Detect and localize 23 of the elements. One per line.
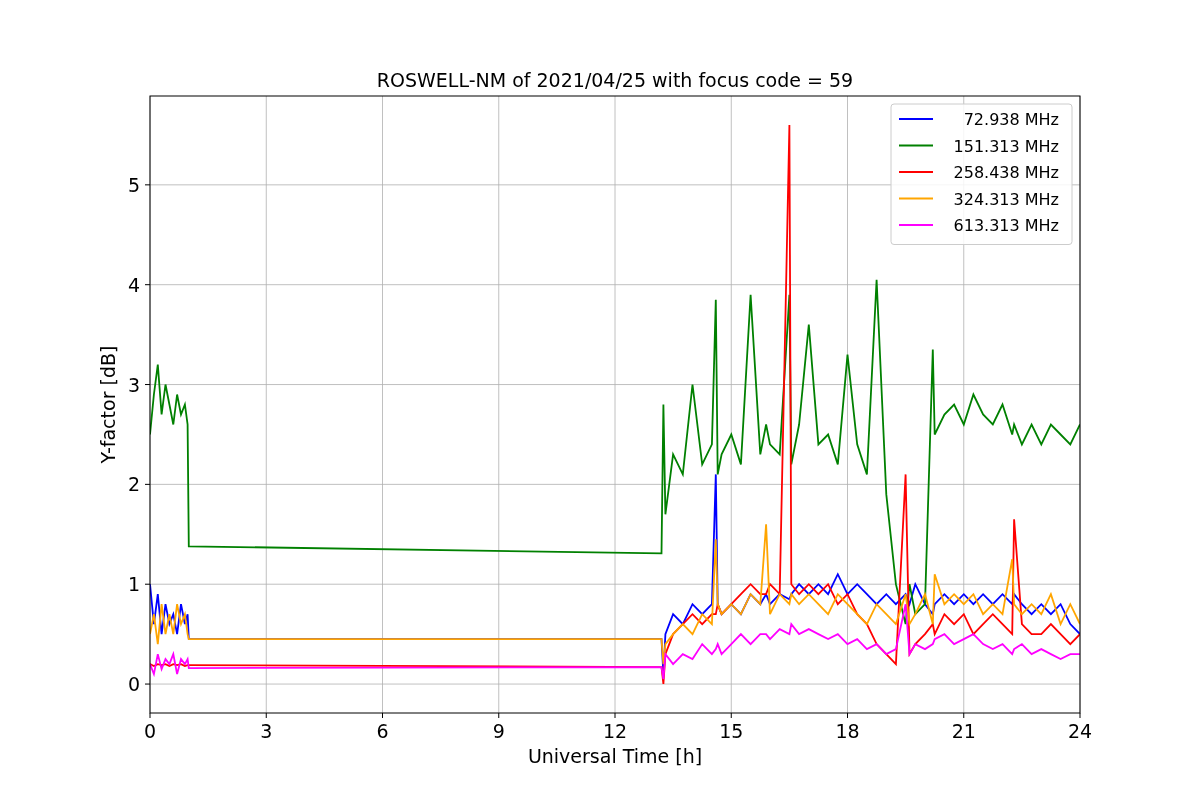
y-axis-label: Y-factor [dB] bbox=[97, 345, 119, 464]
x-tick-label: 21 bbox=[951, 720, 976, 742]
x-axis-label: Universal Time [h] bbox=[527, 745, 703, 767]
legend-label: 613.313 MHz bbox=[953, 216, 1059, 235]
x-tick-label: 0 bbox=[143, 720, 157, 742]
x-tick-label: 6 bbox=[376, 720, 389, 742]
y-tick-label: 1 bbox=[127, 573, 140, 596]
legend-label: 72.938 MHz bbox=[963, 110, 1059, 129]
y-tick-label: 4 bbox=[127, 273, 140, 296]
x-tick-label: 3 bbox=[260, 720, 273, 742]
legend-label: 151.313 MHz bbox=[953, 136, 1059, 156]
chart-title: ROSWELL-NM of 2021/04/25 with focus code = 59 bbox=[376, 69, 854, 91]
y-tick-label: 5 bbox=[127, 173, 140, 196]
y-tick-label: 3 bbox=[127, 373, 140, 396]
x-tick-label: 18 bbox=[835, 720, 860, 742]
y-tick-label: 0 bbox=[127, 673, 140, 696]
x-tick-label: 15 bbox=[719, 720, 744, 742]
x-tick-label: 12 bbox=[602, 720, 628, 742]
legend-label: 324.313 MHz bbox=[953, 189, 1059, 209]
x-tick-label: 9 bbox=[492, 720, 505, 742]
y-tick-label: 2 bbox=[127, 473, 140, 496]
legend-label: 258.438 MHz bbox=[953, 163, 1059, 182]
x-tick-label: 24 bbox=[1067, 720, 1093, 742]
